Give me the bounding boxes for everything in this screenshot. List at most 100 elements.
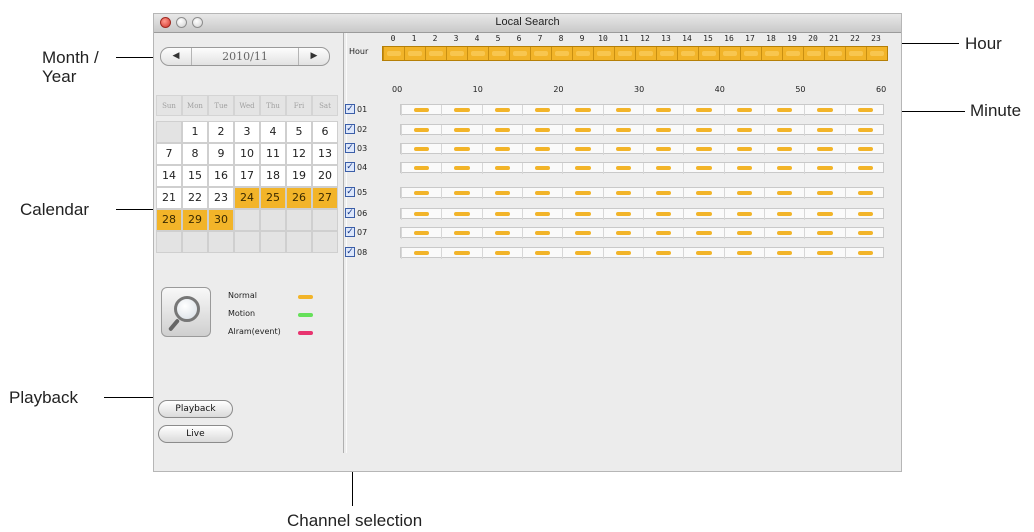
hour-segment[interactable]: [488, 47, 509, 60]
search-icon[interactable]: [161, 287, 211, 337]
minute-segment[interactable]: [804, 228, 844, 239]
hour-segment[interactable]: [572, 47, 593, 60]
minute-segment[interactable]: [643, 144, 683, 155]
calendar-day[interactable]: 16: [208, 165, 234, 187]
channel-timeline[interactable]: [400, 208, 884, 220]
minute-segment[interactable]: [522, 163, 562, 174]
minute-segment[interactable]: [441, 125, 481, 136]
hour-segment[interactable]: [782, 47, 803, 60]
channel-checkbox[interactable]: ✓: [345, 247, 355, 257]
minute-segment[interactable]: [764, 188, 804, 199]
minute-segment[interactable]: [602, 209, 643, 220]
calendar-day[interactable]: 22: [182, 187, 208, 209]
minute-segment[interactable]: [683, 209, 723, 220]
minute-segment[interactable]: [401, 188, 441, 199]
minute-segment[interactable]: [844, 163, 885, 174]
hour-segment[interactable]: [677, 47, 698, 60]
minute-segment[interactable]: [764, 209, 804, 220]
prev-month-button[interactable]: ◀: [161, 48, 192, 65]
minute-segment[interactable]: [481, 188, 522, 199]
minute-segment[interactable]: [723, 125, 764, 136]
calendar-day[interactable]: 14: [156, 165, 182, 187]
minute-segment[interactable]: [643, 188, 683, 199]
minute-segment[interactable]: [602, 144, 643, 155]
minute-segment[interactable]: [723, 105, 764, 116]
hour-segment[interactable]: [383, 47, 404, 60]
minute-segment[interactable]: [844, 248, 885, 259]
calendar-day[interactable]: 19: [286, 165, 312, 187]
minute-segment[interactable]: [401, 228, 441, 239]
minute-segment[interactable]: [602, 188, 643, 199]
calendar-day[interactable]: 12: [286, 143, 312, 165]
minute-segment[interactable]: [723, 144, 764, 155]
minute-segment[interactable]: [602, 248, 643, 259]
minute-segment[interactable]: [441, 209, 481, 220]
calendar-day[interactable]: 13: [312, 143, 338, 165]
minute-segment[interactable]: [481, 163, 522, 174]
calendar-day[interactable]: 28: [156, 209, 182, 231]
calendar-day[interactable]: 15: [182, 165, 208, 187]
minute-segment[interactable]: [764, 228, 804, 239]
hour-segment[interactable]: [656, 47, 677, 60]
minute-segment[interactable]: [602, 105, 643, 116]
calendar-day[interactable]: 18: [260, 165, 286, 187]
minute-segment[interactable]: [683, 228, 723, 239]
hour-segment[interactable]: [446, 47, 467, 60]
channel-checkbox[interactable]: ✓: [345, 227, 355, 237]
minute-segment[interactable]: [764, 125, 804, 136]
minute-segment[interactable]: [522, 248, 562, 259]
minute-segment[interactable]: [764, 248, 804, 259]
calendar-day[interactable]: 8: [182, 143, 208, 165]
minute-segment[interactable]: [602, 228, 643, 239]
calendar-day[interactable]: 23: [208, 187, 234, 209]
minute-segment[interactable]: [643, 209, 683, 220]
minute-segment[interactable]: [562, 144, 602, 155]
minute-segment[interactable]: [683, 125, 723, 136]
minute-segment[interactable]: [804, 163, 844, 174]
minute-segment[interactable]: [804, 188, 844, 199]
calendar-day[interactable]: 25: [260, 187, 286, 209]
minute-segment[interactable]: [562, 105, 602, 116]
playback-button[interactable]: Playback: [158, 400, 233, 418]
hour-segment[interactable]: [551, 47, 572, 60]
minute-segment[interactable]: [804, 125, 844, 136]
minute-segment[interactable]: [764, 105, 804, 116]
calendar-day[interactable]: 7: [156, 143, 182, 165]
hour-segment[interactable]: [824, 47, 845, 60]
minute-segment[interactable]: [683, 163, 723, 174]
calendar-day[interactable]: 3: [234, 121, 260, 143]
calendar-day[interactable]: 24: [234, 187, 260, 209]
minute-segment[interactable]: [723, 248, 764, 259]
minute-segment[interactable]: [562, 248, 602, 259]
minute-segment[interactable]: [804, 248, 844, 259]
hour-segment[interactable]: [425, 47, 446, 60]
minute-segment[interactable]: [522, 125, 562, 136]
minute-segment[interactable]: [804, 209, 844, 220]
minute-segment[interactable]: [441, 248, 481, 259]
hour-segment[interactable]: [467, 47, 488, 60]
minute-segment[interactable]: [643, 163, 683, 174]
calendar-day[interactable]: 10: [234, 143, 260, 165]
minute-segment[interactable]: [844, 105, 885, 116]
hour-segment[interactable]: [404, 47, 425, 60]
channel-checkbox[interactable]: ✓: [345, 187, 355, 197]
calendar-day[interactable]: 29: [182, 209, 208, 231]
channel-timeline[interactable]: [400, 162, 885, 174]
minute-segment[interactable]: [562, 228, 602, 239]
channel-timeline[interactable]: [400, 247, 885, 259]
hour-segment[interactable]: [614, 47, 635, 60]
minute-segment[interactable]: [481, 144, 522, 155]
hour-segment[interactable]: [719, 47, 740, 60]
minute-segment[interactable]: [401, 248, 441, 259]
calendar-day[interactable]: 9: [208, 143, 234, 165]
hour-segment[interactable]: [866, 47, 887, 60]
calendar-day[interactable]: 17: [234, 165, 260, 187]
minute-segment[interactable]: [683, 105, 723, 116]
minute-segment[interactable]: [723, 228, 764, 239]
calendar-day[interactable]: 21: [156, 187, 182, 209]
next-month-button[interactable]: ▶: [298, 48, 329, 65]
minute-segment[interactable]: [804, 144, 844, 155]
channel-checkbox[interactable]: ✓: [345, 124, 355, 134]
minute-segment[interactable]: [441, 228, 481, 239]
channel-timeline[interactable]: [400, 227, 884, 239]
